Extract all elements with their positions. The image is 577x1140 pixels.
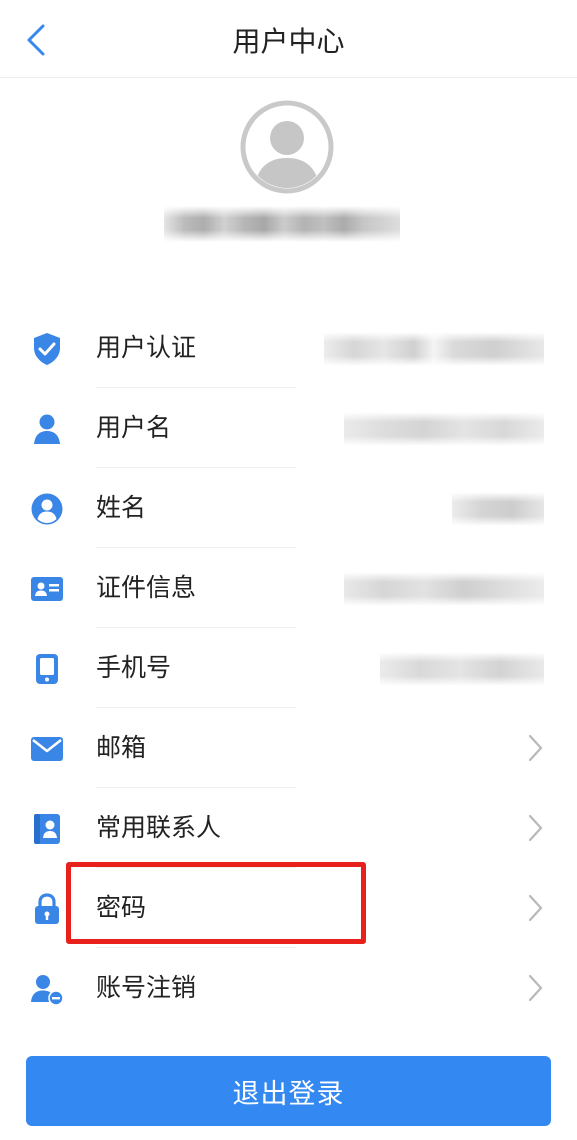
menu-item-label: 账号注销	[96, 973, 197, 1002]
user-remove-icon	[28, 970, 66, 1008]
menu-item-phone[interactable]: 手机号	[0, 628, 577, 708]
menu-item-real-name[interactable]: 姓名	[0, 468, 577, 548]
menu-item-id-info[interactable]: 证件信息	[0, 548, 577, 628]
mail-icon	[28, 730, 66, 768]
menu-item-label: 姓名	[96, 493, 147, 522]
username-redacted	[164, 206, 400, 242]
menu-item-contacts[interactable]: 常用联系人	[0, 788, 577, 868]
menu-item-email[interactable]: 邮箱	[0, 708, 577, 788]
menu-item-label: 常用联系人	[96, 813, 222, 842]
menu-item-password[interactable]: 密码	[0, 868, 577, 948]
lock-icon	[28, 890, 66, 928]
page-title: 用户中心	[232, 25, 345, 58]
person-icon	[28, 410, 66, 448]
phone-icon	[28, 650, 66, 688]
person-circle-icon	[28, 490, 66, 528]
user-avatar-icon	[240, 100, 334, 194]
logout-button[interactable]: 退出登录	[26, 1056, 551, 1126]
menu-item-label: 邮箱	[96, 733, 147, 762]
menu-item-label: 手机号	[96, 653, 172, 682]
chevron-right-icon	[528, 814, 543, 842]
value-redacted	[380, 652, 544, 686]
menu-item-label: 密码	[96, 893, 147, 922]
value-redacted	[452, 492, 544, 526]
menu-item-verification[interactable]: 用户认证	[0, 308, 577, 388]
value-redacted	[324, 332, 544, 366]
profile-header	[0, 78, 577, 278]
shield-check-icon	[28, 330, 66, 368]
value-redacted	[344, 572, 544, 606]
id-card-icon	[28, 570, 66, 608]
avatar[interactable]	[240, 100, 334, 194]
chevron-right-icon	[528, 894, 543, 922]
account-menu: 用户认证 用户名 姓名 证件信息 手机号 邮箱 常用联系人 密码 账号注销	[0, 308, 577, 1028]
value-redacted	[344, 412, 544, 446]
nav-bar: 用户中心	[0, 0, 577, 78]
menu-item-label: 证件信息	[96, 573, 197, 602]
menu-item-label: 用户名	[96, 413, 172, 442]
menu-item-label: 用户认证	[96, 333, 197, 362]
chevron-right-icon	[528, 974, 543, 1002]
contacts-book-icon	[28, 810, 66, 848]
chevron-right-icon	[528, 734, 543, 762]
menu-item-deactivate-account[interactable]: 账号注销	[0, 948, 577, 1028]
menu-item-username[interactable]: 用户名	[0, 388, 577, 468]
